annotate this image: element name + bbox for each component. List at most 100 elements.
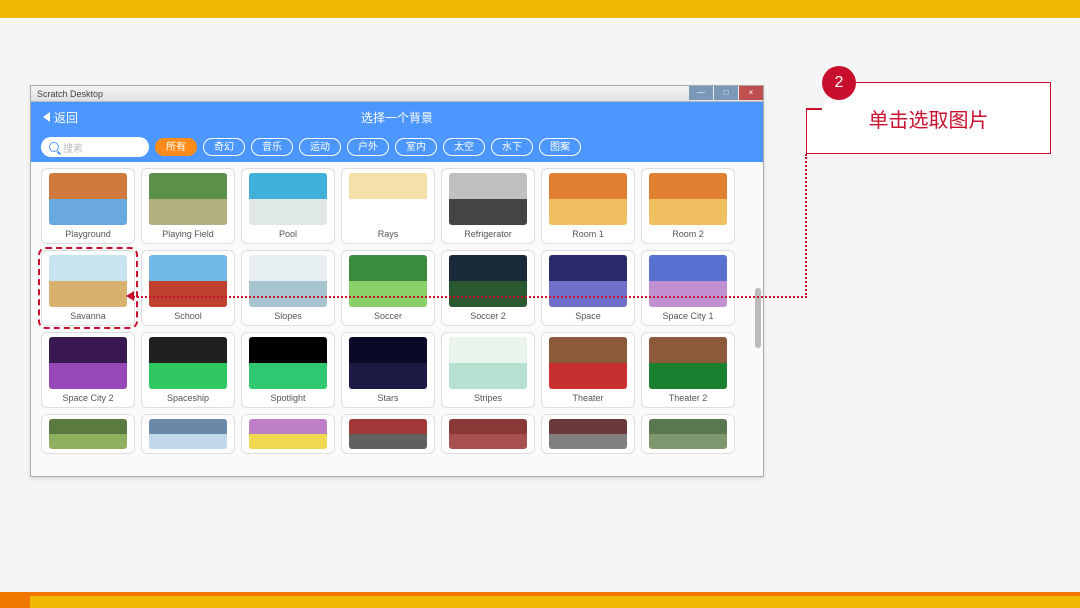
backdrop-thumbnail — [49, 337, 127, 389]
backdrop-thumbnail — [149, 337, 227, 389]
backdrop-cell[interactable]: Rays — [341, 168, 435, 244]
backdrop-label: Rays — [378, 229, 399, 239]
backdrop-cell[interactable]: Spaceship — [141, 332, 235, 408]
page-bottom-bar-2 — [30, 596, 1080, 608]
backdrop-thumbnail — [149, 255, 227, 307]
filter-outdoors[interactable]: 户外 — [347, 138, 389, 156]
backdrop-thumbnail — [149, 419, 227, 449]
window-maximize-button[interactable]: □ — [714, 86, 738, 100]
filter-all[interactable]: 所有 — [155, 138, 197, 156]
backdrop-thumbnail — [449, 173, 527, 225]
backdrop-cell[interactable]: Slopes — [241, 250, 335, 326]
window-minimize-button[interactable]: — — [689, 86, 713, 100]
backdrop-cell[interactable] — [341, 414, 435, 454]
backdrop-cell[interactable] — [441, 414, 535, 454]
backdrop-cell[interactable]: Savanna — [41, 250, 135, 326]
backdrop-thumbnail — [249, 255, 327, 307]
backdrop-label: Savanna — [70, 311, 106, 321]
backdrop-label: Spotlight — [270, 393, 305, 403]
backdrop-thumbnail — [449, 255, 527, 307]
backdrop-cell[interactable]: Playing Field — [141, 168, 235, 244]
backdrop-label: Stripes — [474, 393, 502, 403]
backdrop-cell[interactable]: Stripes — [441, 332, 535, 408]
backdrop-thumbnail — [249, 173, 327, 225]
backdrop-label: Stars — [377, 393, 398, 403]
app-window: Scratch Desktop — □ × 返回 选择一个背景 搜索 所有 奇幻… — [30, 85, 764, 477]
filter-fantasy[interactable]: 奇幻 — [203, 138, 245, 156]
backdrop-thumbnail — [249, 337, 327, 389]
backdrop-thumbnail — [549, 255, 627, 307]
backdrop-cell[interactable]: Refrigerator — [441, 168, 535, 244]
page-title: 选择一个背景 — [361, 109, 433, 126]
backdrop-thumbnail — [649, 419, 727, 449]
backdrop-label: Space City 1 — [662, 311, 713, 321]
filter-patterns[interactable]: 图案 — [539, 138, 581, 156]
search-icon — [49, 142, 59, 152]
backdrop-cell[interactable]: Soccer — [341, 250, 435, 326]
window-controls: — □ × — [688, 86, 763, 102]
backdrop-cell[interactable]: Theater 2 — [641, 332, 735, 408]
backdrop-cell[interactable] — [641, 414, 735, 454]
backdrop-thumbnail — [349, 419, 427, 449]
backdrop-thumbnail — [349, 337, 427, 389]
backdrop-thumbnail — [549, 337, 627, 389]
window-title-bar: Scratch Desktop — □ × — [31, 86, 763, 102]
backdrop-label: Spaceship — [167, 393, 209, 403]
filter-sports[interactable]: 运动 — [299, 138, 341, 156]
window-close-button[interactable]: × — [739, 86, 763, 100]
backdrop-cell[interactable]: Theater — [541, 332, 635, 408]
backdrop-thumbnail — [649, 173, 727, 225]
annotation-connector-v — [805, 154, 807, 298]
backdrop-thumbnail — [649, 255, 727, 307]
backdrop-thumbnail — [349, 255, 427, 307]
backdrop-thumbnail — [149, 173, 227, 225]
backdrop-thumbnail — [449, 337, 527, 389]
backdrop-thumbnail — [49, 419, 127, 449]
filter-underwater[interactable]: 水下 — [491, 138, 533, 156]
backdrop-thumbnail — [49, 255, 127, 307]
backdrop-label: Slopes — [274, 311, 302, 321]
backdrop-label: Playing Field — [162, 229, 214, 239]
backdrop-cell[interactable] — [541, 414, 635, 454]
backdrop-cell[interactable]: Room 2 — [641, 168, 735, 244]
backdrop-thumbnail — [49, 173, 127, 225]
backdrop-label: Space — [575, 311, 601, 321]
backdrop-cell[interactable]: Pool — [241, 168, 335, 244]
backdrop-cell[interactable]: Spotlight — [241, 332, 335, 408]
filter-music[interactable]: 音乐 — [251, 138, 293, 156]
filter-indoors[interactable]: 室内 — [395, 138, 437, 156]
back-arrow-icon — [43, 112, 50, 122]
header-bar: 返回 选择一个背景 — [31, 102, 763, 132]
backdrop-cell[interactable] — [141, 414, 235, 454]
backdrop-label: Pool — [279, 229, 297, 239]
backdrop-cell[interactable] — [41, 414, 135, 454]
backdrop-cell[interactable] — [241, 414, 335, 454]
backdrop-label: Theater — [572, 393, 603, 403]
backdrop-cell[interactable]: Space — [541, 250, 635, 326]
backdrop-grid: Playground Playing Field Pool Rays Refrigera… — [41, 168, 753, 454]
step-number-badge: 2 — [822, 66, 856, 100]
backdrop-thumbnail — [249, 419, 327, 449]
backdrop-cell[interactable]: Room 1 — [541, 168, 635, 244]
backdrop-label: Room 2 — [672, 229, 704, 239]
backdrop-label: Playground — [65, 229, 111, 239]
backdrop-cell[interactable]: Space City 1 — [641, 250, 735, 326]
backdrop-thumbnail — [649, 337, 727, 389]
backdrop-cell[interactable]: Stars — [341, 332, 435, 408]
backdrop-cell[interactable]: Soccer 2 — [441, 250, 535, 326]
back-button[interactable]: 返回 — [43, 109, 78, 126]
backdrop-label: Theater 2 — [669, 393, 708, 403]
backdrop-label: Room 1 — [572, 229, 604, 239]
filter-space[interactable]: 太空 — [443, 138, 485, 156]
backdrop-label: Refrigerator — [464, 229, 512, 239]
backdrop-thumbnail — [549, 419, 627, 449]
search-placeholder: 搜索 — [63, 140, 83, 155]
backdrop-cell[interactable]: School — [141, 250, 235, 326]
search-input[interactable]: 搜索 — [41, 137, 149, 157]
backdrop-grid-area: Playground Playing Field Pool Rays Refrigera… — [31, 162, 763, 476]
back-label: 返回 — [54, 109, 78, 126]
backdrop-cell[interactable]: Space City 2 — [41, 332, 135, 408]
backdrop-cell[interactable]: Playground — [41, 168, 135, 244]
backdrop-label: Soccer 2 — [470, 311, 506, 321]
annotation-connector-h — [133, 296, 807, 298]
